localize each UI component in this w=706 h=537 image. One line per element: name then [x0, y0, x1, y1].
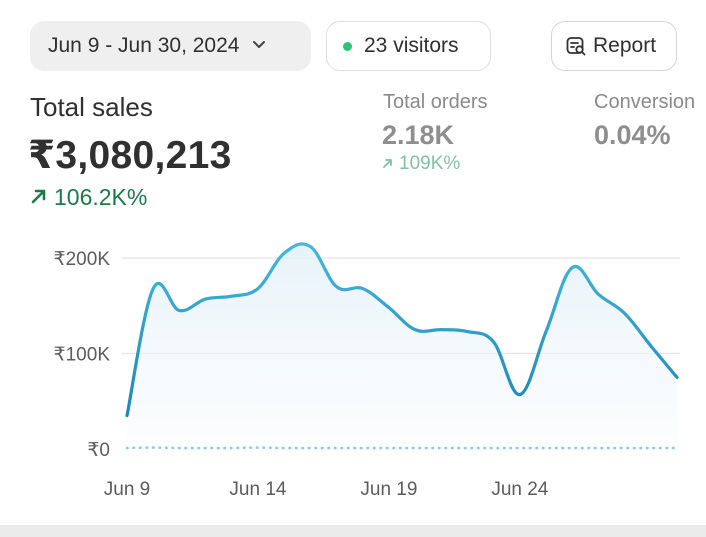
- visitors-label: 23 visitors: [364, 34, 459, 57]
- date-range-selector[interactable]: Jun 9 - Jun 30, 2024: [30, 21, 311, 71]
- total-sales-change: 106.2K%: [30, 184, 147, 211]
- report-button[interactable]: Report: [551, 21, 677, 71]
- x-tick-label: Jun 9: [104, 479, 150, 500]
- arrow-up-right-icon: [30, 184, 48, 211]
- visitors-button[interactable]: 23 visitors: [326, 21, 491, 71]
- conversion-label[interactable]: Conversion: [594, 91, 695, 114]
- live-status-dot-icon: [343, 41, 352, 51]
- date-range-label: Jun 9 - Jun 30, 2024: [48, 34, 240, 57]
- total-orders-value: 2.18K: [382, 120, 455, 150]
- x-tick-label: Jun 19: [360, 479, 417, 500]
- report-icon: [565, 35, 587, 57]
- x-tick-label: Jun 24: [491, 479, 548, 500]
- conversion-value: 0.04%: [594, 120, 671, 150]
- total-orders-label[interactable]: Total orders: [383, 91, 488, 114]
- report-label: Report: [593, 34, 657, 57]
- total-orders-change-value: 109K%: [399, 153, 461, 174]
- total-sales-label[interactable]: Total sales: [30, 92, 153, 123]
- sales-area-fill: [127, 243, 677, 449]
- y-tick-label: ₹100K: [54, 345, 111, 366]
- x-tick-label: Jun 14: [229, 479, 286, 500]
- sales-line-chart[interactable]: ₹0 ₹100K ₹200K Jun 9 Jun 14 Jun 19 Jun 24: [0, 230, 706, 520]
- arrow-up-right-icon: [382, 153, 394, 175]
- total-sales-value: ₹3,080,213: [28, 134, 232, 177]
- bottom-divider: [0, 525, 706, 537]
- total-orders-change: 109K%: [382, 153, 460, 175]
- y-tick-label: ₹0: [87, 440, 110, 461]
- chevron-down-icon: [251, 36, 267, 57]
- y-tick-label: ₹200K: [54, 249, 111, 270]
- total-sales-change-value: 106.2K%: [54, 184, 148, 210]
